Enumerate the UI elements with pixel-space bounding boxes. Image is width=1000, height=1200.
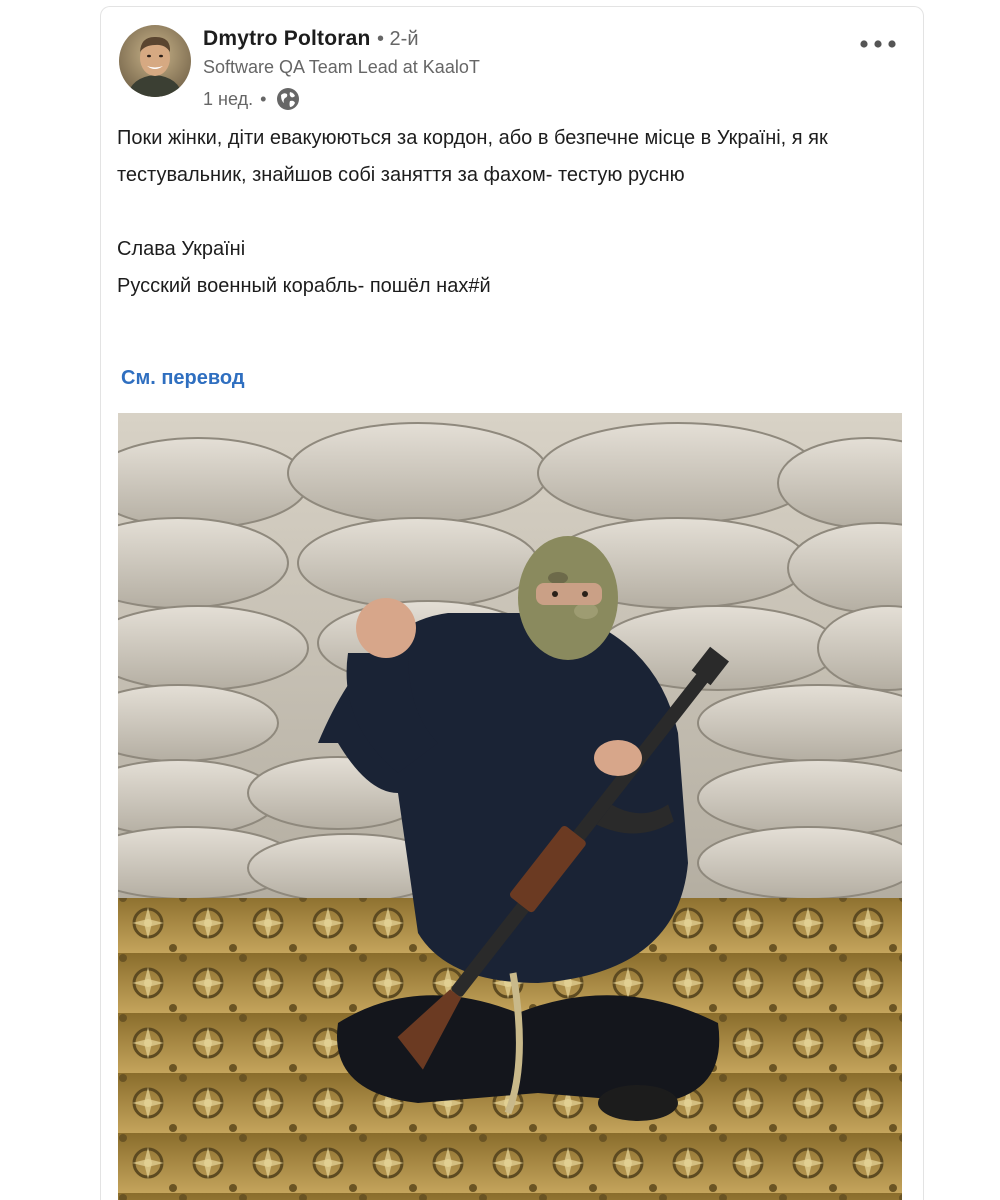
- post-text-line: Русский военный корабль- пошёл нах#й: [117, 275, 491, 297]
- avatar-photo: [119, 25, 191, 97]
- ukraine-flag-icon: [246, 240, 273, 257]
- post-text-line: Слава Україні: [117, 231, 907, 268]
- post-photo[interactable]: [101, 413, 923, 1200]
- meta-separator: •: [260, 88, 267, 109]
- post-time: 1 нед.: [203, 88, 254, 109]
- post-photo-illustration: [101, 413, 923, 1200]
- author-headline: Software QA Team Lead at KaaloT: [203, 57, 480, 77]
- author-name[interactable]: Dmytro Poltoran: [203, 27, 371, 51]
- globe-icon: [275, 86, 301, 112]
- post-meta: 1 нед. •: [203, 85, 301, 113]
- more-horizontal-icon: [860, 40, 896, 48]
- connection-degree: • 2-й: [377, 28, 419, 50]
- post-card: Dmytro Poltoran • 2-й Software QA Team L…: [100, 6, 924, 1200]
- post-text-slava: Слава Україні: [117, 238, 246, 260]
- post-body: Поки жінки, діти евакуюються за кордон, …: [117, 120, 907, 305]
- see-translation-link[interactable]: См. перевод: [121, 367, 245, 390]
- author-avatar[interactable]: [119, 25, 191, 97]
- more-options-button[interactable]: [855, 29, 901, 59]
- post-text-paragraph: Поки жінки, діти евакуюються за кордон, …: [117, 127, 828, 186]
